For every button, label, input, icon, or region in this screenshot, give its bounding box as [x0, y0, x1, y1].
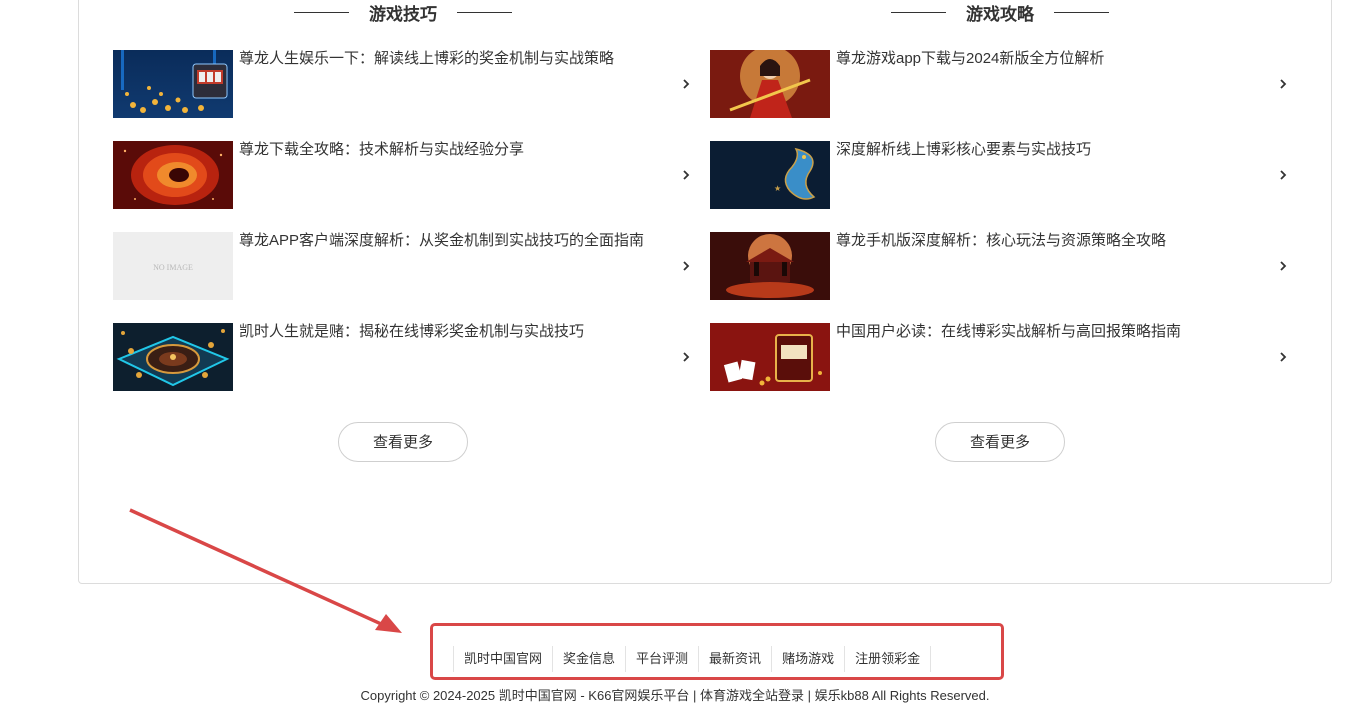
footer-nav: 凯时中国官网 奖金信息 平台评测 最新资讯 赌场游戏 注册领彩金 [453, 646, 932, 672]
footer-link-kaishi-official[interactable]: 凯时中国官网 [453, 646, 552, 672]
article-title[interactable]: 尊龙手机版深度解析：核心玩法与资源策略全攻略 [836, 232, 1166, 250]
article-title[interactable]: 凯时人生就是赌：揭秘在线博彩奖金机制与实战技巧 [239, 323, 584, 341]
article-item[interactable]: 尊龙游戏app下载与2024新版全方位解析 [710, 50, 1290, 118]
section-title-text: 游戏攻略 [966, 5, 1034, 24]
article-thumbnail-placeholder[interactable]: NO IMAGE [113, 232, 233, 300]
view-more-button[interactable]: 查看更多 [338, 422, 468, 462]
article-item[interactable]: 尊龙人生娱乐一下：解读线上博彩的奖金机制与实战策略 [113, 50, 693, 118]
chevron-right-icon[interactable] [1276, 76, 1290, 92]
svg-text:★: ★ [774, 184, 781, 193]
chevron-right-icon[interactable] [679, 76, 693, 92]
article-item[interactable]: ★ 深度解析线上博彩核心要素与实战技巧 [710, 141, 1290, 209]
article-thumbnail[interactable] [710, 232, 830, 300]
section-title: 游戏技巧 [113, 0, 693, 24]
article-title[interactable]: 尊龙人生娱乐一下：解读线上博彩的奖金机制与实战策略 [239, 50, 614, 68]
article-item[interactable]: 凯时人生就是赌：揭秘在线博彩奖金机制与实战技巧 [113, 323, 693, 391]
chevron-right-icon[interactable] [679, 167, 693, 183]
chevron-right-icon[interactable] [1276, 167, 1290, 183]
section-title-text: 游戏技巧 [369, 5, 437, 24]
content-panel: 游戏技巧 尊龙人生娱乐一下：解读线上博彩的奖金机制与实战策略 尊龙下载全攻略：技… [78, 0, 1332, 584]
article-title[interactable]: 深度解析线上博彩核心要素与实战技巧 [836, 141, 1091, 159]
article-thumbnail[interactable] [710, 50, 830, 118]
article-thumbnail[interactable] [113, 50, 233, 118]
article-title[interactable]: 中国用户必读：在线博彩实战解析与高回报策略指南 [836, 323, 1181, 341]
footer-link-casino-games[interactable]: 赌场游戏 [771, 646, 844, 672]
article-item[interactable]: NO IMAGE 尊龙APP客户端深度解析：从奖金机制到实战技巧的全面指南 [113, 232, 693, 300]
footer-link-register-bonus[interactable]: 注册领彩金 [844, 646, 932, 672]
no-image-text: NO IMAGE [153, 263, 193, 272]
annotation-arrow-icon [129, 508, 402, 633]
article-item[interactable]: 尊龙下载全攻略：技术解析与实战经验分享 [113, 141, 693, 209]
article-thumbnail[interactable]: ★ [710, 141, 830, 209]
article-thumbnail[interactable] [710, 323, 830, 391]
chevron-right-icon[interactable] [1276, 349, 1290, 365]
article-thumbnail[interactable] [113, 141, 233, 209]
article-item[interactable]: 尊龙手机版深度解析：核心玩法与资源策略全攻略 [710, 232, 1290, 300]
article-title[interactable]: 尊龙APP客户端深度解析：从奖金机制到实战技巧的全面指南 [239, 232, 644, 250]
chevron-right-icon[interactable] [1276, 258, 1290, 274]
footer-link-platform-review[interactable]: 平台评测 [625, 646, 698, 672]
article-thumbnail[interactable] [113, 323, 233, 391]
article-title[interactable]: 尊龙下载全攻略：技术解析与实战经验分享 [239, 141, 524, 159]
copyright-text: Copyright © 2024-2025 凯时中国官网 - K66官网娱乐平台… [360, 688, 990, 703]
chevron-right-icon[interactable] [679, 258, 693, 274]
view-more-button[interactable]: 查看更多 [935, 422, 1065, 462]
article-item[interactable]: 中国用户必读：在线博彩实战解析与高回报策略指南 [710, 323, 1290, 391]
footer-link-latest-news[interactable]: 最新资讯 [698, 646, 771, 672]
section-title: 游戏攻略 [710, 0, 1290, 24]
footer-link-bonus-info[interactable]: 奖金信息 [552, 646, 625, 672]
chevron-right-icon[interactable] [679, 349, 693, 365]
article-title[interactable]: 尊龙游戏app下载与2024新版全方位解析 [836, 50, 1104, 68]
